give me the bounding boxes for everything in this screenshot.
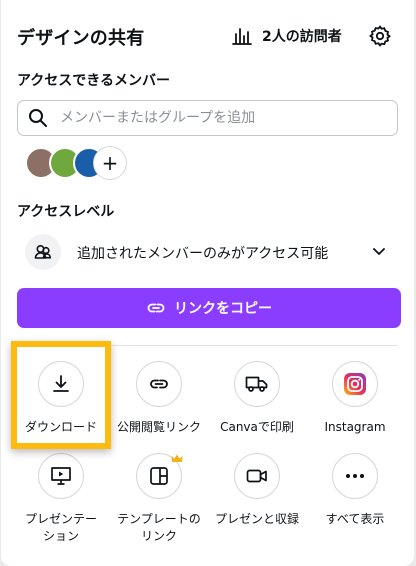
members-section-label: アクセスできるメンバー xyxy=(17,73,171,89)
instagram-icon xyxy=(332,361,378,407)
crown-icon xyxy=(171,454,183,462)
truck-icon xyxy=(234,361,280,407)
access-level-value: 追加されたメンバーのみがアクセス可能 xyxy=(77,246,329,262)
add-member-button[interactable]: + xyxy=(94,147,126,179)
share-option-label: プレゼンと収録 xyxy=(214,512,299,526)
chevron-down-icon xyxy=(373,248,385,255)
link-icon xyxy=(147,303,165,313)
member-search-input[interactable] xyxy=(58,109,362,127)
share-option-label: プレゼンテー ション xyxy=(24,512,97,543)
search-icon xyxy=(29,109,47,127)
visitors-label: 2人の訪問者 xyxy=(262,29,342,45)
share-option-template-link[interactable]: テンプレートの リンク xyxy=(111,453,207,543)
share-option-label: Canvaで印刷 xyxy=(220,420,294,434)
share-option-presentation[interactable]: プレゼンテー ション xyxy=(13,453,109,543)
copy-link-button[interactable]: リンクをコピー xyxy=(17,288,401,328)
presentation-icon xyxy=(38,453,84,499)
plus-icon: + xyxy=(101,151,119,175)
share-option-label: ダウンロード xyxy=(24,420,97,434)
share-option-download[interactable]: ダウンロード xyxy=(13,361,109,451)
panel-title: デザインの共有 xyxy=(17,28,145,49)
access-level-dropdown[interactable]: 追加されたメンバーのみがアクセス可能 xyxy=(17,228,398,274)
share-option-public-link[interactable]: 公開閲覧リンク xyxy=(111,361,207,451)
visitors-button[interactable]: 2人の訪問者 xyxy=(232,26,342,46)
share-option-present-record[interactable]: プレゼンと収録 xyxy=(209,453,305,543)
bar-chart-icon xyxy=(232,28,252,45)
people-icon xyxy=(25,234,61,270)
member-search-field[interactable] xyxy=(17,100,398,136)
more-icon xyxy=(332,453,378,499)
share-option-see-all[interactable]: すべて表示 xyxy=(307,453,403,543)
share-option-label: 公開閲覧リンク xyxy=(116,420,201,434)
download-icon xyxy=(38,361,84,407)
share-option-label: テンプレートの リンク xyxy=(117,512,201,543)
gear-icon[interactable] xyxy=(368,24,392,48)
share-header: デザインの共有 2人の訪問者 xyxy=(17,22,398,52)
divider xyxy=(17,345,398,346)
access-section-label: アクセスレベル xyxy=(17,204,115,220)
share-option-label: Instagram xyxy=(324,420,386,434)
share-option-instagram[interactable]: Instagram xyxy=(307,361,403,451)
record-icon xyxy=(234,453,280,499)
share-panel: デザインの共有 2人の訪問者 アクセスできるメンバー + アクセスレベル xyxy=(1,0,414,566)
copy-link-label: リンクをコピー xyxy=(174,301,272,317)
share-option-label: すべて表示 xyxy=(325,512,385,526)
share-option-print[interactable]: Canvaで印刷 xyxy=(209,361,305,451)
link-icon xyxy=(136,361,182,407)
